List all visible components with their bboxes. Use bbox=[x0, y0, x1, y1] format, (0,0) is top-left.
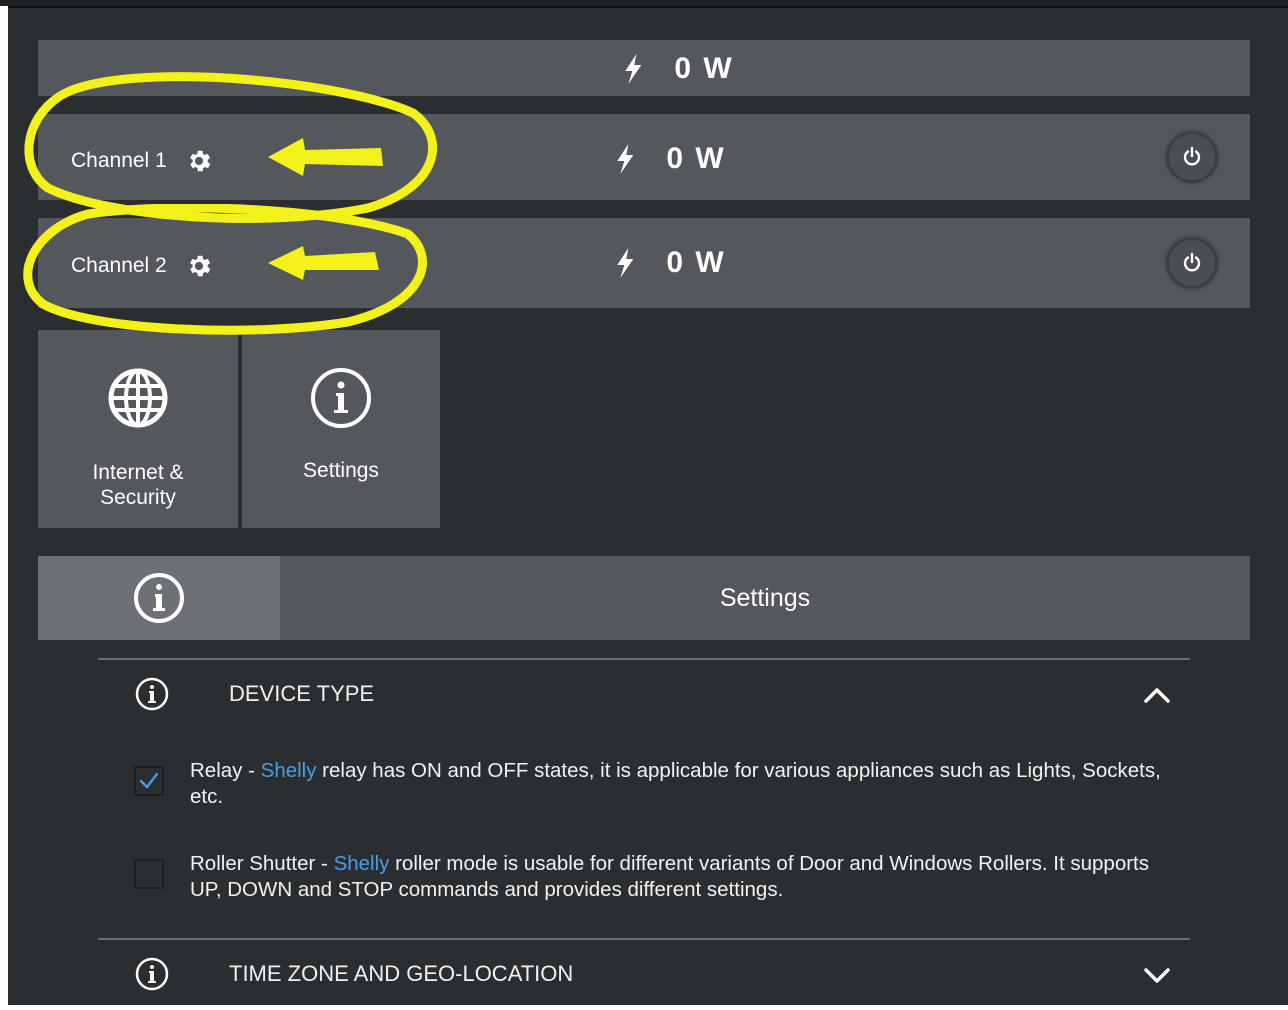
total-power-value: 0 W bbox=[674, 52, 734, 85]
tile-settings-label: Settings bbox=[303, 459, 379, 482]
annotation-arrow-icon bbox=[268, 246, 379, 280]
option-separator: - bbox=[315, 852, 334, 875]
tile-internet-security-label: Internet & Security bbox=[38, 460, 238, 510]
info-icon bbox=[135, 677, 169, 711]
info-icon bbox=[311, 368, 371, 428]
tile-label-line: Internet & bbox=[92, 461, 184, 484]
channel-2-label: Channel 2 bbox=[71, 254, 167, 277]
relay-checkbox[interactable] bbox=[134, 766, 164, 796]
total-power-bar: 0 W bbox=[38, 40, 1250, 96]
option-name: Relay bbox=[190, 759, 243, 782]
tab-info[interactable] bbox=[38, 556, 280, 640]
time-zone-header[interactable]: TIME ZONE AND GEO-LOCATION bbox=[98, 956, 1190, 992]
roller-shutter-checkbox[interactable] bbox=[134, 859, 164, 889]
time-zone-title: TIME ZONE AND GEO-LOCATION bbox=[229, 961, 574, 986]
channel-2-header: Channel 2 bbox=[71, 252, 213, 280]
channel-2-power-value: 0 W bbox=[666, 246, 726, 279]
channel-2-power-button[interactable] bbox=[1167, 238, 1217, 288]
lightning-icon bbox=[617, 144, 634, 174]
brand-link[interactable]: Shelly bbox=[261, 759, 317, 782]
annotation-arrow-icon bbox=[268, 138, 383, 176]
tile-label-line: Security bbox=[100, 486, 176, 509]
info-icon bbox=[134, 573, 184, 623]
app-frame: 0 W Channel 1 0 W Channel 2 0 W Internet… bbox=[8, 6, 1288, 1005]
info-icon bbox=[135, 957, 169, 991]
total-power-readout: 0 W bbox=[622, 52, 733, 86]
power-icon bbox=[1183, 146, 1201, 166]
channel-2-power-readout: 0 W bbox=[614, 246, 725, 280]
checkmark-icon bbox=[139, 772, 159, 789]
chevron-down-icon[interactable] bbox=[1142, 960, 1172, 990]
globe-icon bbox=[108, 368, 168, 428]
time-zone-section: TIME ZONE AND GEO-LOCATION bbox=[98, 938, 1190, 1010]
channel-1-power-button[interactable] bbox=[1167, 132, 1217, 182]
tile-internet-security[interactable]: Internet & Security bbox=[38, 330, 238, 528]
roller-shutter-description: Roller Shutter - Shelly roller mode is u… bbox=[190, 851, 1170, 903]
option-description: relay has ON and OFF states, it is appli… bbox=[190, 759, 1161, 808]
option-separator: - bbox=[242, 759, 261, 782]
channel-1-header: Channel 1 bbox=[71, 147, 213, 175]
lightning-icon bbox=[617, 248, 634, 278]
channel-1-power-readout: 0 W bbox=[614, 142, 725, 176]
relay-description: Relay - Shelly relay has ON and OFF stat… bbox=[190, 758, 1170, 810]
channel-1-power-value: 0 W bbox=[666, 142, 726, 175]
device-type-header[interactable]: DEVICE TYPE bbox=[98, 676, 1190, 712]
gear-icon[interactable] bbox=[185, 147, 213, 175]
channel-1-row: Channel 1 0 W bbox=[38, 114, 1250, 200]
power-icon bbox=[1183, 252, 1201, 272]
tab-settings[interactable]: Settings bbox=[280, 556, 1250, 640]
channel-1-label: Channel 1 bbox=[71, 149, 167, 172]
settings-tab-bar: Settings bbox=[38, 556, 1250, 640]
channel-2-row: Channel 2 0 W bbox=[38, 218, 1250, 308]
gear-icon[interactable] bbox=[185, 252, 213, 280]
option-name: Roller Shutter bbox=[190, 852, 316, 875]
tile-settings[interactable]: Settings bbox=[242, 330, 440, 528]
device-type-section: DEVICE TYPE Relay - Shelly relay has ON … bbox=[98, 658, 1190, 940]
lightning-icon bbox=[625, 54, 642, 84]
brand-link[interactable]: Shelly bbox=[334, 852, 390, 875]
device-type-title: DEVICE TYPE bbox=[229, 681, 375, 706]
chevron-up-icon[interactable] bbox=[1142, 680, 1172, 710]
